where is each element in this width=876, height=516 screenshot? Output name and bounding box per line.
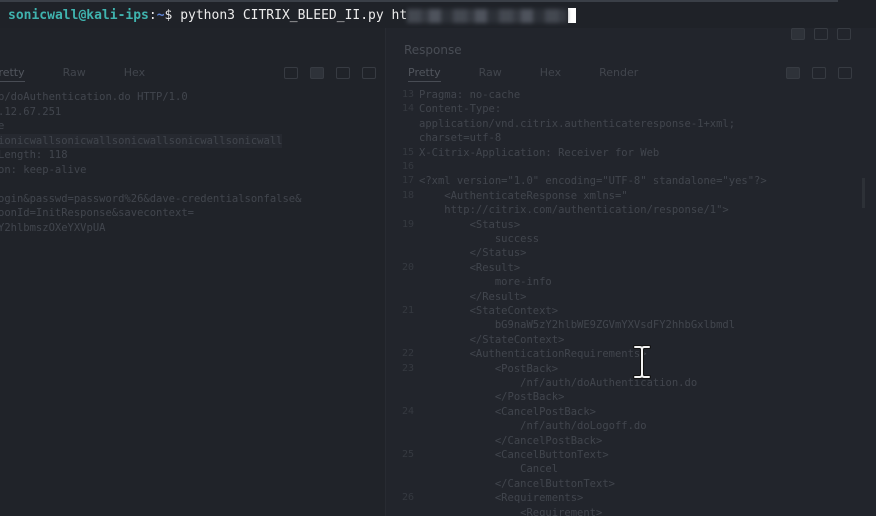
response-line: <?xml version="1.0" encoding="UTF-8" sta… — [419, 175, 767, 188]
response-tabs: Pretty Raw Hex Render — [408, 66, 676, 82]
response-line: </CancelPostBack> — [419, 434, 603, 447]
request-line: on: keep-alive — [0, 163, 87, 176]
response-line: <AuthenticateResponse xmlns=" — [419, 189, 628, 202]
request-line: ogin&passwd=password%26&dave-credentials… — [0, 192, 302, 205]
response-line-number: 26 — [401, 492, 414, 504]
request-format-icon — [310, 67, 324, 79]
request-line: p/doAuthentication.do HTTP/1.0 — [0, 91, 188, 103]
request-menu-icon — [362, 67, 376, 79]
response-line-number: 23 — [401, 362, 414, 374]
response-line: more-info — [419, 276, 552, 289]
prompt-symbol: $ — [164, 8, 181, 23]
response-tab-pretty: Pretty — [408, 66, 441, 82]
response-tab-hex: Hex — [539, 66, 562, 79]
response-line-number: 19 — [401, 218, 414, 230]
response-line-number: 18 — [401, 189, 414, 201]
response-tab-render: Render — [599, 66, 639, 79]
response-line: Cancel — [419, 463, 559, 476]
response-line-number: 22 — [401, 348, 414, 360]
response-line: /nf/auth/doAuthentication.do — [419, 377, 698, 389]
request-line: .12.67.251 — [0, 105, 62, 118]
response-line-number: 24 — [401, 405, 414, 417]
response-line: <PostBack> — [419, 362, 559, 375]
response-line: </StateContext> — [419, 333, 565, 346]
request-tabs: Pretty Raw Hex — [0, 66, 183, 82]
split-icon — [814, 28, 828, 40]
prompt-separator: : — [148, 8, 157, 23]
request-pane: Pretty Raw Hex p/doAuthentication.do HTTP/… — [0, 28, 385, 516]
response-newline-icon — [812, 67, 826, 79]
response-line: <Result> — [419, 261, 521, 274]
response-line: http://citrix.com/authentication/respons… — [419, 204, 729, 217]
response-line: <Status> — [419, 218, 521, 231]
response-line: <StateContext> — [419, 305, 559, 317]
response-menu-icon — [838, 67, 852, 79]
response-line: </Result> — [419, 290, 527, 303]
terminal-window[interactable]: sonicwall@kali-ips:~$ python3 CITRIX_BLE… — [0, 0, 876, 516]
response-format-icon — [786, 67, 800, 79]
terminal-top-border — [0, 0, 838, 2]
request-newline-icon — [336, 67, 350, 79]
layout-icon — [791, 28, 805, 40]
response-line: success — [419, 233, 540, 245]
request-line: ionicwallsonicwallsonicwallsonicwallsoni… — [0, 133, 283, 148]
response-line-number: 15 — [401, 146, 414, 158]
request-line: Length: 118 — [0, 149, 68, 161]
text-cursor — [568, 8, 577, 23]
prompt-directory: ~ — [156, 8, 165, 23]
command-text: python3 CITRIX_BLEED_II.py ht — [180, 8, 408, 23]
response-line: </CancelButtonText> — [419, 477, 615, 490]
ibeam-cursor-icon — [633, 345, 651, 379]
response-tab-raw: Raw — [478, 66, 502, 79]
request-line: Y2hlbmszOXeYXVpUA — [0, 221, 106, 234]
request-line: oonId=InitResponse&savecontext= — [0, 207, 194, 219]
response-line-number: 25 — [401, 449, 414, 460]
response-line: <Requirement> — [419, 506, 603, 516]
terminal-prompt-line[interactable]: sonicwall@kali-ips:~$ python3 CITRIX_BLE… — [8, 7, 577, 25]
request-search-icon — [284, 67, 298, 79]
response-line: </Status> — [419, 247, 527, 260]
response-line-number: 20 — [401, 261, 414, 273]
response-line-number: 21 — [401, 305, 414, 316]
response-line: <CancelButtonText> — [419, 449, 609, 461]
response-line: <Requirements> — [419, 492, 584, 505]
background-app-ghost: Pretty Raw Hex p/doAuthentication.do HTTP/… — [0, 28, 876, 516]
response-line: charset=utf-8 — [419, 132, 502, 145]
response-line-number: 17 — [401, 175, 414, 187]
response-line: <CancelPostBack> — [419, 405, 597, 418]
response-line: application/vnd.citrix.authenticaterespo… — [419, 117, 736, 130]
response-line-number: 16 — [401, 161, 414, 172]
response-line: /nf/auth/doLogoff.do — [419, 420, 647, 433]
prompt-user-host: sonicwall@kali-ips — [8, 8, 149, 23]
request-line: e — [0, 120, 5, 132]
response-line-number: 13 — [401, 89, 414, 100]
response-line: <AuthenticationRequirements> — [419, 348, 647, 361]
response-line: bG9naW5zY2hlbWE9ZGVmYXVsdFY2hhbGxlbmdl — [419, 319, 736, 332]
redacted-url — [407, 8, 568, 23]
response-scrollbar — [862, 178, 865, 208]
request-tab-hex: Hex — [123, 66, 146, 79]
request-tab-raw: Raw — [62, 66, 86, 79]
response-pane: Response Pretty Raw Hex Render 13 Pragma: no… — [385, 28, 876, 516]
close-pane-icon — [837, 28, 851, 40]
request-tab-pretty: Pretty — [0, 66, 25, 82]
response-line: Pragma: no-cache — [419, 89, 521, 101]
response-line: X-Citrix-Application: Receiver for Web — [419, 146, 660, 159]
response-line-number: 14 — [401, 103, 414, 115]
response-line: </PostBack> — [419, 391, 565, 404]
response-line: Content-Type: — [419, 103, 502, 116]
response-title: Response — [404, 43, 462, 57]
